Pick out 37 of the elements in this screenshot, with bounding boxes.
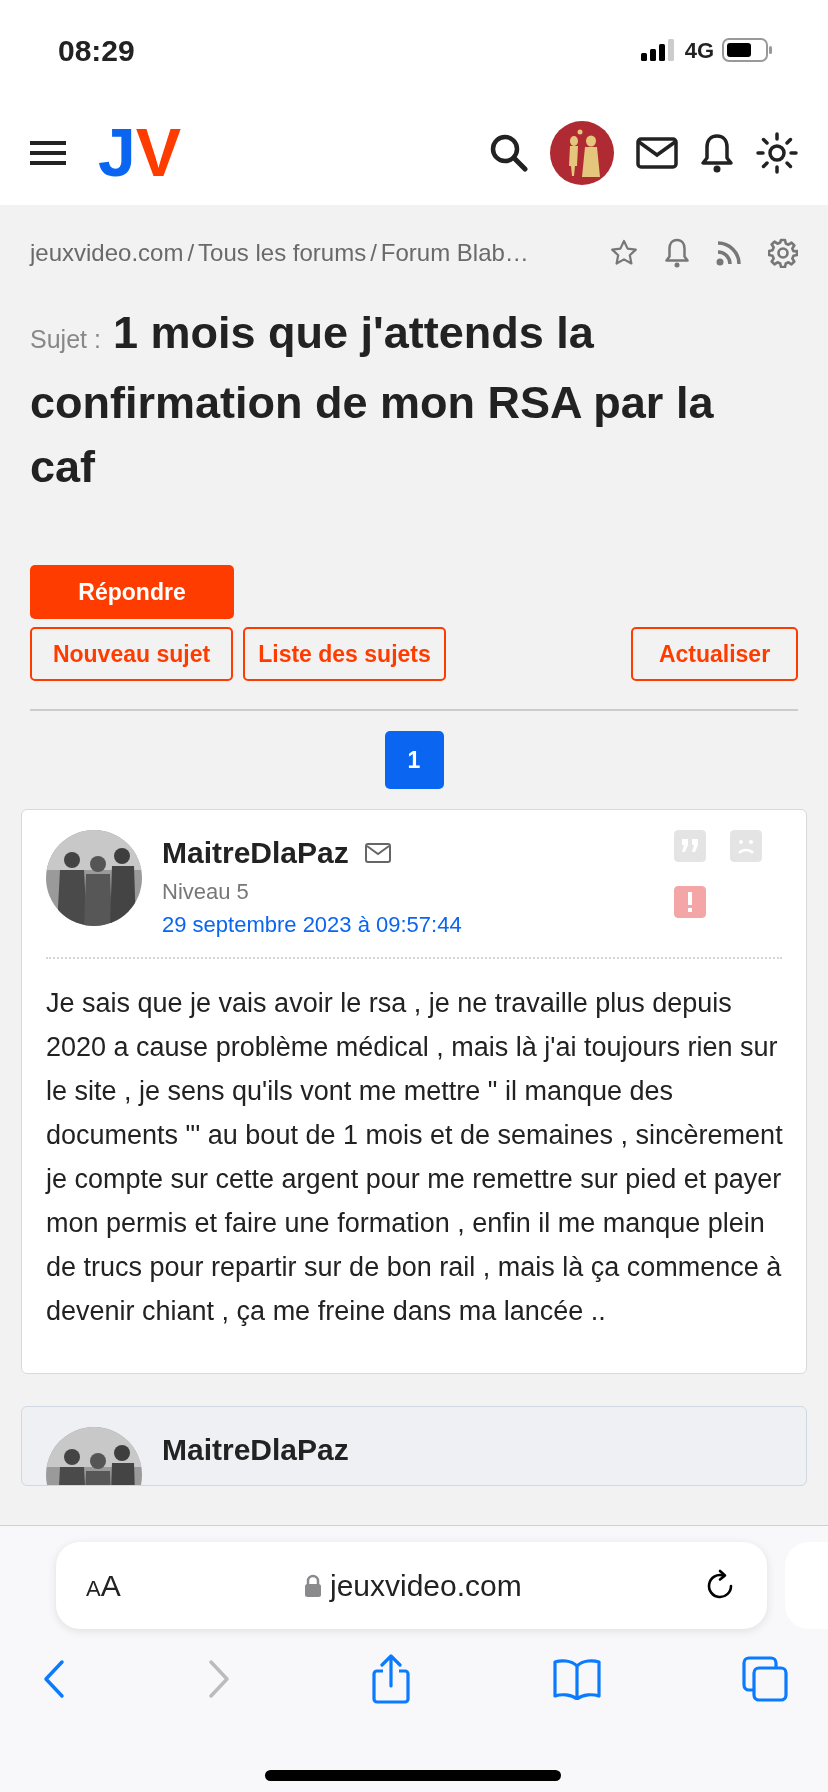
text-size-button[interactable]: AA xyxy=(86,1563,121,1608)
search-icon[interactable] xyxy=(490,133,528,172)
network-label: 4G xyxy=(684,36,714,65)
tabs-icon[interactable] xyxy=(742,1656,788,1702)
post-text: Je sais que je vais avoir le rsa , je ne travaille plus depuis 2020 a cause problème médical , mais là j'ai toujours rien sur le site , je sens qu'ils vont me mettre " il manque des documents "' au bout de 1 mois et de semaines , sincèrement je compte sur cette argent pour me remettre sur pied et payer mon permis et faire une formation , enfin il me manque plein de trucs pour repartir sur de bon rail , mais là ça commence à devenir chiant , ça me freine dans ma lancée .. xyxy=(44,987,784,1328)
link-button[interactable]: Nouveau sujet xyxy=(30,627,233,681)
star-icon[interactable] xyxy=(610,239,638,267)
reply-button[interactable]: Répondre xyxy=(30,565,234,619)
theme-icon[interactable] xyxy=(756,131,798,174)
post-date[interactable]: 29 septembre 2023 à 09:57:44 xyxy=(162,912,462,937)
page-button[interactable]: 1 xyxy=(384,731,444,789)
mail-icon[interactable] xyxy=(636,136,678,169)
link-button[interactable]: Liste des sujets xyxy=(243,627,446,681)
rss-icon[interactable] xyxy=(716,240,742,266)
back-icon[interactable] xyxy=(42,1659,66,1699)
signal-icon xyxy=(640,39,677,61)
author-name[interactable]: MaitreDlaPaz xyxy=(162,830,349,875)
author-level: Niveau 5 xyxy=(162,878,250,906)
lock-icon xyxy=(303,1573,322,1598)
author-name[interactable]: MaitreDlaPaz xyxy=(162,1427,349,1485)
refresh-button[interactable]: Actualiser xyxy=(631,627,798,681)
logo[interactable]: JV xyxy=(94,113,186,192)
topic-title: Sujet : 1 mois que j'attends la confirmation de mon RSA par la caf xyxy=(29,306,715,494)
menu-icon[interactable] xyxy=(30,140,66,165)
breadcrumb-separator: / xyxy=(187,238,195,268)
breadcrumb-link[interactable]: Forum Blab… xyxy=(380,235,529,271)
battery-icon xyxy=(722,38,772,62)
address-bar[interactable]: AA jeuxvideo.com xyxy=(56,1542,767,1629)
share-icon[interactable] xyxy=(371,1654,411,1704)
status-time: 08:29 xyxy=(57,32,135,69)
breadcrumb-link[interactable]: Tous les forums xyxy=(198,235,367,271)
bookmarks-icon[interactable] xyxy=(551,1658,602,1700)
url-text: jeuxvideo.com xyxy=(329,1568,522,1604)
notification-icon[interactable] xyxy=(700,132,734,173)
settings-icon[interactable] xyxy=(768,238,798,268)
breadcrumb-separator: / xyxy=(370,238,377,268)
breadcrumb-link[interactable]: jeuxvideo.com xyxy=(30,235,184,271)
